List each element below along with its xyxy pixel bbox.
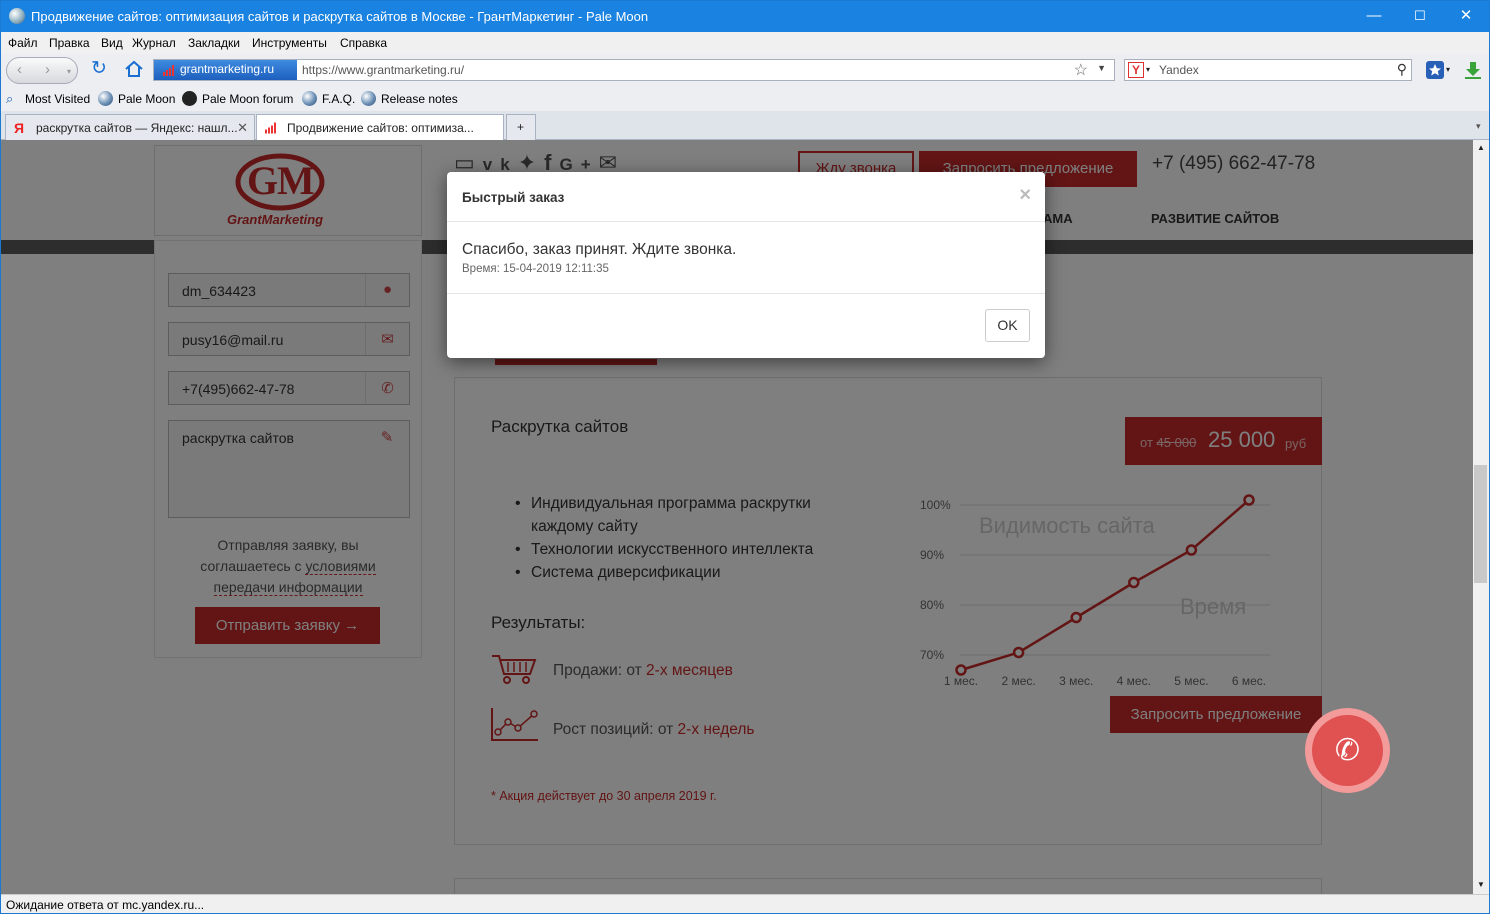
home-icon[interactable] xyxy=(124,59,144,79)
menu-tools[interactable]: Инструменты xyxy=(252,36,327,50)
menu-history[interactable]: Журнал xyxy=(132,36,176,50)
menu-file[interactable]: Файл xyxy=(8,36,38,50)
tab-label: раскрутка сайтов — Яндекс: нашл... xyxy=(36,121,238,135)
site-identity-badge[interactable]: grantmarketing.ru xyxy=(154,60,297,80)
menu-bar: Файл Правка Вид Журнал Закладки Инструме… xyxy=(1,32,1489,54)
minimize-button[interactable]: — xyxy=(1351,1,1397,31)
call-widget[interactable]: ✆ xyxy=(1305,708,1390,793)
menu-help[interactable]: Справка xyxy=(340,36,387,50)
tab-grantmarketing[interactable]: Продвижение сайтов: оптимиза... xyxy=(256,114,504,141)
status-bar: Ожидание ответа от mc.yandex.ru... xyxy=(1,894,1489,913)
new-tab-icon: + xyxy=(517,120,525,134)
scroll-down-icon[interactable]: ▼ xyxy=(1477,880,1485,889)
forum-icon xyxy=(182,91,197,106)
menu-bookmarks[interactable]: Закладки xyxy=(188,36,240,50)
new-tab-button[interactable]: + xyxy=(506,114,536,140)
tab-close-icon[interactable]: ✕ xyxy=(237,120,248,136)
site-favicon-icon xyxy=(265,122,276,134)
bookmarks-toolbar: ⌕ Most Visited Pale Moon Pale Moon forum… xyxy=(1,86,1489,111)
tab-list-dropdown-icon[interactable]: ▾ xyxy=(1476,121,1481,132)
bookmark-release-notes[interactable]: Release notes xyxy=(381,92,458,106)
dialog-message: Спасибо, заказ принят. Ждите звонка. xyxy=(462,241,737,258)
most-visited-icon: ⌕ xyxy=(6,91,14,106)
title-bar: Продвижение сайтов: оптимизация сайтов и… xyxy=(1,1,1489,32)
menu-edit[interactable]: Правка xyxy=(49,36,90,50)
bookmark-faq[interactable]: F.A.Q. xyxy=(322,92,355,106)
back-forward-buttons[interactable]: ‹ › ▾ xyxy=(6,57,78,84)
scroll-up-icon[interactable]: ▲ xyxy=(1477,143,1485,152)
bookmark-star-icon[interactable]: ☆ xyxy=(1074,60,1088,80)
reload-icon[interactable]: ↻ xyxy=(91,59,107,78)
bookmark-pale-moon-forum[interactable]: Pale Moon forum xyxy=(202,92,293,106)
search-icon[interactable]: ⚲ xyxy=(1397,61,1407,78)
engine-dropdown-icon[interactable]: ▾ xyxy=(1146,65,1150,74)
quick-order-dialog: Быстрый заказ × Спасибо, заказ принят. Ж… xyxy=(447,172,1045,358)
phone-call-icon[interactable]: ✆ xyxy=(1312,715,1383,786)
window-title: Продвижение сайтов: оптимизация сайтов и… xyxy=(31,9,649,24)
ok-button[interactable]: OK xyxy=(985,309,1030,342)
scrollbar-thumb[interactable] xyxy=(1474,465,1487,583)
globe-icon xyxy=(361,91,376,106)
forward-arrow-icon[interactable]: › xyxy=(45,61,50,78)
close-window-button[interactable]: ✕ xyxy=(1443,1,1489,31)
navigation-toolbar: ‹ › ▾ ↻ grantmarketing.ru https://www.gr… xyxy=(1,54,1489,86)
back-arrow-icon[interactable]: ‹ xyxy=(17,61,22,78)
tab-label: Продвижение сайтов: оптимиза... xyxy=(287,121,474,135)
dialog-close-icon[interactable]: × xyxy=(1019,184,1031,207)
tab-bar: Я раскрутка сайтов — Яндекс: нашл... ✕ П… xyxy=(1,111,1489,141)
dialog-time: Время: 15-04-2019 12:11:35 xyxy=(462,263,609,275)
menu-view[interactable]: Вид xyxy=(101,36,123,50)
dialog-divider xyxy=(447,293,1045,294)
bookmarks-menu-icon[interactable] xyxy=(1425,60,1445,80)
yandex-favicon-icon: Я xyxy=(14,120,25,136)
bookmarks-dropdown-icon[interactable]: ▾ xyxy=(1446,65,1450,74)
site-favicon-icon xyxy=(163,65,174,76)
bookmark-pale-moon[interactable]: Pale Moon xyxy=(118,92,175,106)
bookmark-most-visited[interactable]: Most Visited xyxy=(25,92,90,106)
dialog-title: Быстрый заказ xyxy=(462,190,565,205)
site-badge-text: grantmarketing.ru xyxy=(180,62,275,76)
yandex-engine-icon[interactable]: Y xyxy=(1128,62,1144,78)
pale-moon-app-icon xyxy=(9,8,25,24)
url-dropdown-icon[interactable]: ▼ xyxy=(1097,63,1106,73)
search-bar[interactable]: Y ▾ Yandex ⚲ xyxy=(1124,59,1412,81)
tab-yandex-search[interactable]: Я раскрутка сайтов — Яндекс: нашл... ✕ xyxy=(5,114,255,140)
globe-icon xyxy=(302,91,317,106)
url-text[interactable]: https://www.grantmarketing.ru/ xyxy=(302,63,464,77)
globe-icon xyxy=(98,91,113,106)
search-placeholder: Yandex xyxy=(1159,63,1199,77)
download-icon[interactable] xyxy=(1463,60,1483,80)
history-dropdown-icon[interactable]: ▾ xyxy=(67,67,71,76)
maximize-button[interactable]: ☐ xyxy=(1397,1,1443,31)
browser-window: Продвижение сайтов: оптимизация сайтов и… xyxy=(0,0,1490,914)
page-scrollbar[interactable]: ▲ ▼ xyxy=(1473,140,1489,894)
dialog-header: Быстрый заказ × xyxy=(447,172,1045,222)
status-text: Ожидание ответа от mc.yandex.ru... xyxy=(6,898,205,912)
address-bar[interactable]: grantmarketing.ru https://www.grantmarke… xyxy=(153,59,1115,81)
page-viewport: G M GrantMarketing dm_634423● pusy16@mai… xyxy=(1,140,1473,894)
